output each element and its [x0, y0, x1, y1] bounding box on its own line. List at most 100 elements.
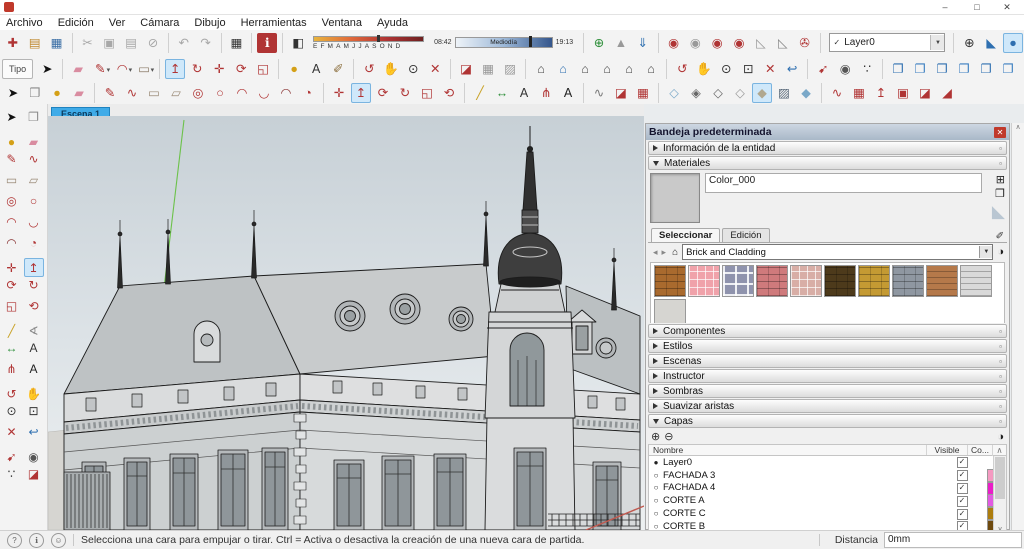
perspective-bars-button[interactable]: ◺: [773, 33, 793, 53]
column-visible[interactable]: Visible: [926, 445, 967, 455]
remove-layer-button[interactable]: ⊖: [664, 430, 673, 443]
offset-tool[interactable]: ⟲: [24, 296, 44, 315]
dimensions-tool[interactable]: ↔: [2, 338, 22, 357]
select-tool[interactable]: ➤: [2, 107, 22, 126]
move-tool-2[interactable]: ✛: [329, 83, 349, 103]
tray-header[interactable]: Bandeja predeterminada ✕: [646, 124, 1009, 140]
select-tool-2[interactable]: ➤: [3, 83, 23, 103]
column-color[interactable]: Co...: [967, 445, 992, 455]
yellow-brick-swatch[interactable]: [858, 265, 890, 297]
scroll-up-icon[interactable]: ∧: [1015, 124, 1020, 131]
three-point-arc-tool[interactable]: ◠: [276, 83, 296, 103]
scale-tool[interactable]: ◱: [2, 296, 22, 315]
3d-text-tool[interactable]: A: [558, 83, 578, 103]
menu-camara[interactable]: Cámara: [140, 17, 179, 29]
orbit-tool[interactable]: ↺: [359, 59, 379, 79]
visible-checkbox[interactable]: ✓: [957, 470, 968, 481]
credits-status-icon[interactable]: ℹ: [29, 533, 44, 548]
print-button[interactable]: ▦: [227, 33, 247, 53]
hidden-line-style-button[interactable]: ◇: [730, 83, 750, 103]
top-view-button[interactable]: ⌂: [553, 59, 573, 79]
section-informacion-entidad[interactable]: Información de la entidad ▫: [648, 141, 1007, 155]
pale-stone-swatch[interactable]: [790, 265, 822, 297]
position-camera-tool[interactable]: ➹: [813, 59, 833, 79]
left-view-button[interactable]: ⌂: [641, 59, 661, 79]
new-matched-photo-button[interactable]: ◉: [707, 33, 727, 53]
layer-radio[interactable]: ○: [649, 509, 663, 518]
visible-checkbox[interactable]: ✓: [957, 509, 968, 520]
layer-radio[interactable]: ○: [649, 483, 663, 492]
pan-tool-2[interactable]: ✋: [694, 59, 714, 79]
visible-checkbox[interactable]: ✓: [957, 483, 968, 494]
orbit-tool-2[interactable]: ↺: [672, 59, 692, 79]
axes-tool[interactable]: ⋔: [536, 83, 556, 103]
new-document-button[interactable]: ✚: [3, 33, 23, 53]
red-brick-swatch[interactable]: [756, 265, 788, 297]
shadow-time-slider[interactable]: 08:42Mediodía19:13: [431, 37, 576, 48]
plain-gray-swatch[interactable]: [654, 299, 686, 323]
layer-details-button[interactable]: ◑: [997, 431, 1004, 443]
scale-tool[interactable]: ◱: [253, 59, 273, 79]
material-preview[interactable]: [650, 173, 700, 223]
undo-button[interactable]: ↶: [174, 33, 194, 53]
rotate-tool[interactable]: ⟳: [2, 275, 22, 294]
layer-row[interactable]: ○CORTE A✓: [649, 494, 1006, 507]
chevron-down-icon[interactable]: ▾: [129, 61, 133, 81]
eraser-tool[interactable]: ▰: [68, 59, 88, 79]
section-estilos[interactable]: Estilos ▫: [648, 339, 1007, 353]
open-file-button[interactable]: ▤: [25, 33, 45, 53]
flip-edge-tool[interactable]: ◢: [937, 83, 957, 103]
erase-button[interactable]: ⊘: [143, 33, 163, 53]
model-info-button[interactable]: ℹ: [257, 33, 277, 53]
pin-icon[interactable]: ▫: [999, 387, 1002, 396]
dynamic-interact-tool[interactable]: ❐: [888, 59, 908, 79]
visible-checkbox[interactable]: ✓: [957, 496, 968, 507]
3d-text-tool[interactable]: A: [24, 359, 44, 378]
menu-ayuda[interactable]: Ayuda: [377, 17, 408, 29]
save-file-button[interactable]: ▦: [47, 33, 67, 53]
layer-row[interactable]: ●Layer0✓: [649, 456, 1006, 469]
pin-icon[interactable]: ▫: [999, 372, 1002, 381]
zoom-extents-tool[interactable]: ✕: [2, 422, 22, 441]
make-group-button[interactable]: ❐: [954, 59, 974, 79]
back-view-button[interactable]: ⌂: [619, 59, 639, 79]
eyedropper-icon[interactable]: ✐: [996, 231, 1004, 242]
pie-tool[interactable]: ◔: [298, 83, 318, 103]
collection-select[interactable]: Brick and Cladding ▼: [682, 244, 993, 260]
text-tool-2[interactable]: A: [514, 83, 534, 103]
toggle-terrain-button[interactable]: ▲: [611, 33, 631, 53]
rectangle-tool[interactable]: ▭: [2, 170, 22, 189]
push-pull-tool[interactable]: ↥: [165, 59, 185, 79]
time-gradient-bar[interactable]: Mediodía: [455, 37, 553, 48]
rectangle-tool[interactable]: ▭▾: [134, 59, 154, 79]
perspective-grid-button[interactable]: ◺: [751, 33, 771, 53]
add-location-button[interactable]: ⊕: [589, 33, 609, 53]
wireframe-style-button[interactable]: ◇: [708, 83, 728, 103]
minimize-button[interactable]: –: [930, 0, 960, 14]
film-camera-button[interactable]: ✇: [795, 33, 815, 53]
right-view-button[interactable]: ⌂: [597, 59, 617, 79]
layer-row[interactable]: ○FACHADA 3✓: [649, 469, 1006, 482]
display-section-planes-button[interactable]: ▦: [478, 59, 498, 79]
layers-scrollbar[interactable]: ∨: [993, 456, 1006, 533]
shadow-date-slider[interactable]: EFMAMJJASOND: [313, 36, 424, 50]
shadow-toggle-button[interactable]: ◧: [288, 33, 308, 53]
polygon-tool[interactable]: ○: [210, 83, 230, 103]
rectangle-tool-2[interactable]: ▭: [144, 83, 164, 103]
entity-type-box[interactable]: Tipo: [2, 59, 33, 79]
zoom-extents-tool[interactable]: ✕: [425, 59, 445, 79]
chevron-down-icon[interactable]: ▾: [151, 61, 155, 81]
menu-dibujo[interactable]: Dibujo: [194, 17, 225, 29]
drape-tool[interactable]: ◪: [915, 83, 935, 103]
north-angle-button[interactable]: ⊕: [959, 33, 979, 53]
section-instructor[interactable]: Instructor ▫: [648, 369, 1007, 383]
match-photo-button[interactable]: ◉: [664, 33, 684, 53]
match-photo-gray-button[interactable]: ◉: [685, 33, 705, 53]
close-button[interactable]: ✕: [992, 0, 1022, 14]
arc-tool[interactable]: ◠: [2, 212, 22, 231]
menu-ver[interactable]: Ver: [109, 17, 126, 29]
copy-button[interactable]: ▣: [99, 33, 119, 53]
section-plane-tool[interactable]: ◪: [456, 59, 476, 79]
photo-textures-button[interactable]: ⇓: [633, 33, 653, 53]
orbit-globe-button[interactable]: ●: [1003, 33, 1023, 53]
